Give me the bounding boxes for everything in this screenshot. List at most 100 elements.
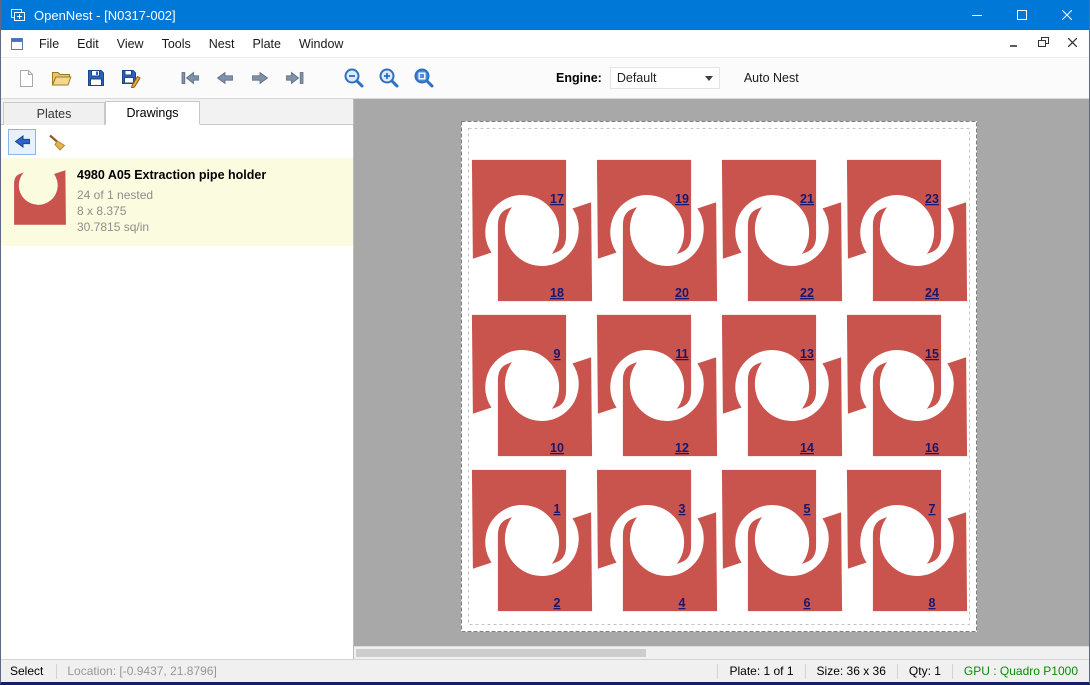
menu-edit[interactable]: Edit	[68, 32, 108, 56]
app-icon	[10, 7, 26, 23]
window-title: OpenNest - [N0317-002]	[34, 8, 176, 23]
part-number-label: 5	[804, 502, 811, 516]
part-number-label: 3	[679, 502, 686, 516]
part-number-label: 21	[800, 192, 814, 206]
nest-canvas[interactable]: 171819202122232491011121314151612345678	[354, 99, 1089, 659]
part-number-label: 17	[550, 192, 564, 206]
part-number-label: 19	[675, 192, 689, 206]
save-edit-icon	[121, 69, 141, 88]
menu-bar: File Edit View Tools Nest Plate Window	[1, 30, 1089, 58]
plate-size-status: Size: 36 x 36	[806, 664, 897, 678]
menu-nest[interactable]: Nest	[200, 32, 244, 56]
save-button[interactable]	[81, 62, 111, 94]
import-drawing-button[interactable]	[8, 129, 36, 155]
menu-plate[interactable]: Plate	[243, 32, 290, 56]
plate[interactable]: 171819202122232491011121314151612345678	[461, 121, 977, 632]
part-number-label: 9	[554, 347, 561, 361]
gpu-status: GPU : Quadro P1000	[953, 664, 1089, 678]
tab-plates[interactable]: Plates	[3, 102, 105, 125]
part-number-label: 4	[679, 596, 686, 610]
part-number-label: 12	[675, 441, 689, 455]
part-number-label: 2	[554, 596, 561, 610]
sidebar-tabstrip: Plates Drawings	[1, 99, 353, 125]
sidebar-empty-area	[1, 246, 353, 659]
part-number-label: 23	[925, 192, 939, 206]
first-plate-button[interactable]	[175, 62, 205, 94]
scrollbar-thumb[interactable]	[356, 649, 646, 657]
quantity-status: Qty: 1	[898, 664, 952, 678]
app-window: OpenNest - [N0317-002] File Edit View To…	[0, 0, 1090, 685]
mdi-close-icon	[1068, 38, 1077, 47]
previous-plate-button[interactable]	[210, 62, 240, 94]
horizontal-scrollbar[interactable]	[354, 646, 1089, 659]
main-area: Plates Drawings	[1, 99, 1089, 659]
next-icon	[249, 69, 271, 87]
title-bar: OpenNest - [N0317-002]	[1, 0, 1089, 30]
new-file-icon	[17, 69, 35, 88]
engine-dropdown[interactable]: Default	[610, 67, 720, 89]
menu-tools[interactable]: Tools	[153, 32, 200, 56]
chevron-down-icon	[705, 76, 713, 81]
mdi-minimize-button[interactable]	[1001, 32, 1027, 53]
zoom-in-button[interactable]	[374, 62, 404, 94]
menu-file[interactable]: File	[30, 32, 68, 56]
status-bar: Select Location: [-0.9437, 21.8796] Plat…	[1, 659, 1089, 682]
mdi-restore-icon	[1038, 37, 1049, 48]
drawing-info: 4980 A05 Extraction pipe holder 24 of 1 …	[77, 167, 266, 235]
mdi-restore-button[interactable]	[1030, 32, 1056, 53]
minimize-button[interactable]	[954, 0, 999, 30]
location-status: Location: [-0.9437, 21.8796]	[57, 664, 226, 678]
blue-arrow-left-icon	[13, 133, 32, 150]
auto-nest-button[interactable]: Auto Nest	[744, 71, 799, 85]
drawing-dimensions: 8 x 8.375	[77, 203, 266, 219]
mdi-minimize-icon	[1009, 38, 1019, 48]
mode-status: Select	[1, 664, 56, 678]
part-thumbnail	[13, 169, 67, 235]
drawing-nested-count: 24 of 1 nested	[77, 187, 266, 203]
first-icon	[179, 69, 201, 87]
part-number-label: 13	[800, 347, 814, 361]
drawing-area: 30.7815 sq/in	[77, 219, 266, 235]
save-as-button[interactable]	[116, 62, 146, 94]
previous-icon	[214, 69, 236, 87]
main-toolbar: Engine: Default Auto Nest	[1, 58, 1089, 99]
zoom-in-icon	[377, 67, 401, 90]
engine-value: Default	[617, 71, 657, 85]
part-number-label: 16	[925, 441, 939, 455]
last-plate-button[interactable]	[280, 62, 310, 94]
menu-window[interactable]: Window	[290, 32, 352, 56]
broom-icon	[47, 133, 67, 151]
part-number-label: 15	[925, 347, 939, 361]
part-number-label: 8	[929, 596, 936, 610]
part-number-label: 1	[554, 502, 561, 516]
document-icon[interactable]	[9, 36, 25, 52]
next-plate-button[interactable]	[245, 62, 275, 94]
sidebar: Plates Drawings	[1, 99, 354, 659]
mdi-close-button[interactable]	[1059, 32, 1085, 53]
part-number-label: 24	[925, 286, 939, 300]
clean-button[interactable]	[43, 129, 71, 155]
menu-view[interactable]: View	[108, 32, 153, 56]
drawing-list-item[interactable]: 4980 A05 Extraction pipe holder 24 of 1 …	[1, 158, 353, 246]
part-number-label: 10	[550, 441, 564, 455]
part-number-label: 22	[800, 286, 814, 300]
part-number-label: 6	[804, 596, 811, 610]
part-number-label: 11	[675, 347, 688, 361]
open-button[interactable]	[46, 62, 76, 94]
zoom-out-button[interactable]	[339, 62, 369, 94]
maximize-button[interactable]	[999, 0, 1044, 30]
new-button[interactable]	[11, 62, 41, 94]
part-number-label: 14	[800, 441, 814, 455]
zoom-fit-button[interactable]	[409, 62, 439, 94]
drawing-title: 4980 A05 Extraction pipe holder	[77, 168, 266, 182]
engine-label: Engine:	[556, 71, 602, 85]
close-button[interactable]	[1044, 0, 1089, 30]
part-number-label: 18	[550, 286, 564, 300]
zoom-out-icon	[342, 67, 366, 90]
maximize-icon	[1017, 10, 1027, 20]
last-icon	[284, 69, 306, 87]
close-icon	[1062, 10, 1072, 20]
tab-drawings[interactable]: Drawings	[105, 101, 200, 125]
plate-count-status: Plate: 1 of 1	[718, 664, 804, 678]
zoom-fit-icon	[412, 67, 436, 90]
